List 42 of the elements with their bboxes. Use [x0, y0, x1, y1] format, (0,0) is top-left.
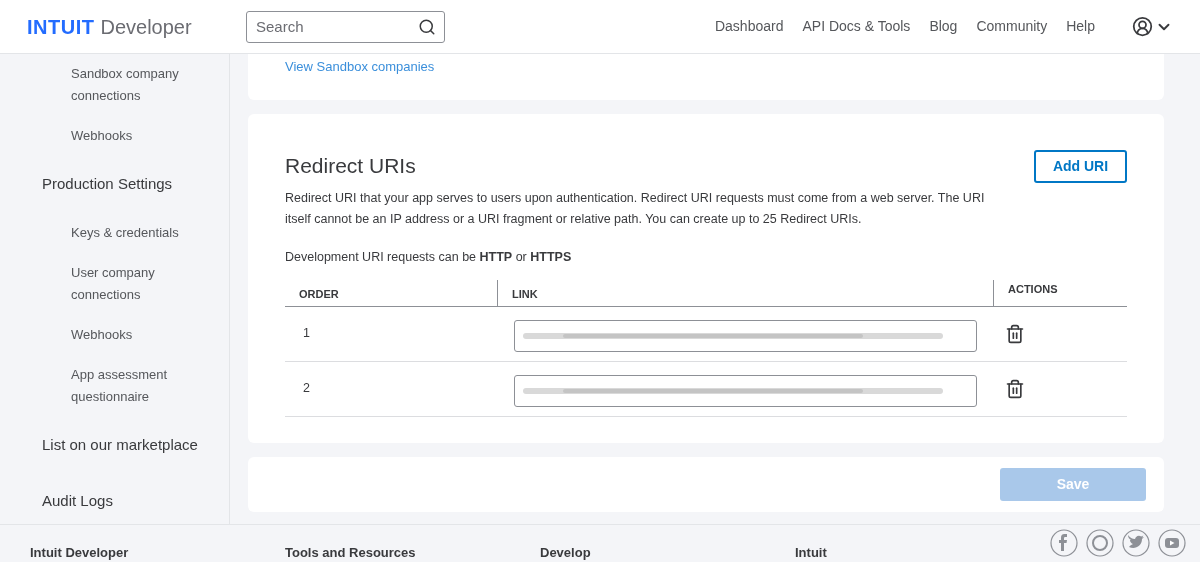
- sandbox-link[interactable]: View Sandbox companies: [285, 59, 435, 74]
- sidebar-item[interactable]: Webhooks: [71, 125, 229, 147]
- nav-link[interactable]: Dashboard: [714, 16, 784, 37]
- description-text: Redirect URI that your app serves to users upon authentication. Redirect URI requests must come from a web server. The URI itself cannot be an IP address or a URI fragment or relative path. You can create up to 25 Redirect URIs.: [285, 189, 986, 228]
- trash-icon: [1005, 379, 1025, 400]
- column-header: ORDER: [298, 287, 340, 303]
- footer-heading: Intuit Developer: [30, 545, 130, 561]
- video-play-icon[interactable]: [1158, 529, 1186, 557]
- section-title: Redirect URIs: [285, 153, 417, 179]
- logo-brand: INTUIT: [27, 14, 95, 40]
- user-icon: [1132, 16, 1153, 37]
- sidebar-item[interactable]: User company connections: [71, 261, 229, 306]
- add-uri-button[interactable]: Add URI: [1034, 150, 1127, 183]
- facebook-icon[interactable]: [1050, 529, 1078, 557]
- footer-heading: Tools and Resources: [285, 545, 417, 561]
- search-icon[interactable]: [418, 17, 436, 36]
- sidebar-item[interactable]: App assessment questionnaire: [71, 363, 229, 408]
- nav-link[interactable]: Blog: [929, 16, 958, 37]
- link-field[interactable]: [514, 375, 977, 408]
- note-text: Development URI requests can be HTTP or HTTPS: [285, 248, 573, 266]
- nav-link[interactable]: Community: [976, 16, 1048, 37]
- search-field[interactable]: Search: [246, 10, 445, 43]
- twitter-icon[interactable]: [1122, 529, 1150, 557]
- sidebar-section[interactable]: Audit Logs: [42, 490, 229, 513]
- column-header: ACTIONS: [993, 280, 1127, 307]
- column-header: LINK: [497, 280, 993, 307]
- link-field[interactable]: [514, 320, 977, 353]
- logo-product: Developer: [100, 14, 192, 40]
- nav-link[interactable]: Help: [1066, 16, 1095, 37]
- sidebar-item[interactable]: Webhooks: [71, 323, 229, 346]
- footer-heading: Intuit: [795, 545, 828, 561]
- sidebar-section[interactable]: Production Settings: [42, 173, 229, 196]
- footer-heading: Develop: [540, 545, 592, 561]
- sidebar-item[interactable]: Sandbox company connections: [71, 63, 229, 107]
- trash-icon: [1005, 324, 1025, 345]
- nav-link[interactable]: API Docs & Tools: [802, 16, 911, 37]
- delete-button[interactable]: [1005, 379, 1025, 400]
- delete-button[interactable]: [1005, 324, 1025, 345]
- sidebar-section[interactable]: List on our marketplace: [42, 433, 229, 456]
- order-number: 2: [303, 381, 310, 396]
- order-number: 1: [303, 326, 310, 341]
- sidebar-item[interactable]: Keys & credentials: [71, 221, 229, 244]
